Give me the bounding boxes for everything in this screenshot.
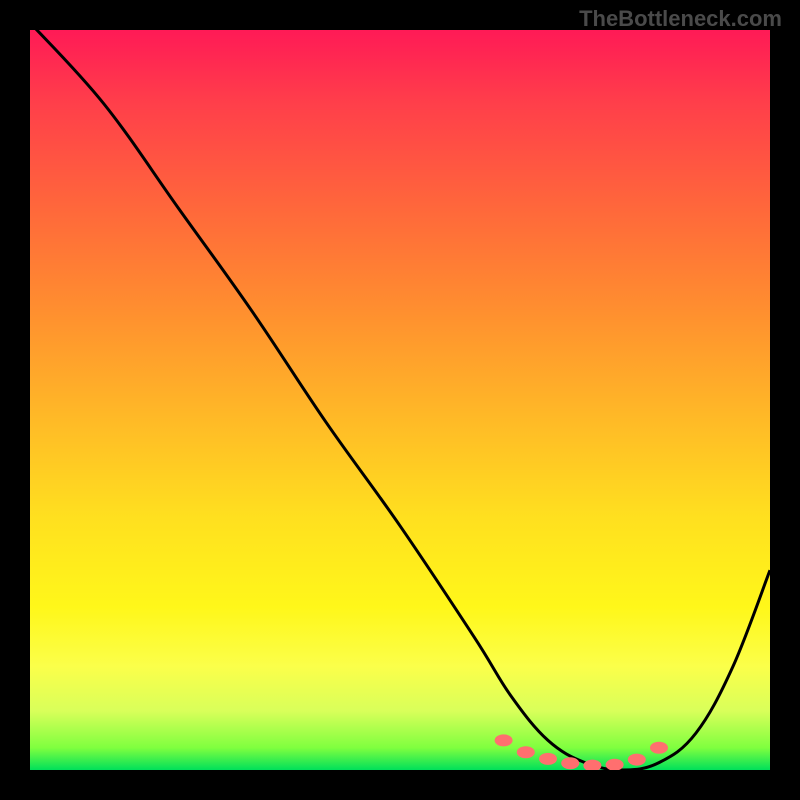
- marker-dot: [606, 759, 624, 770]
- chart-area: [30, 30, 770, 770]
- marker-dot: [495, 734, 513, 746]
- marker-dot: [628, 754, 646, 766]
- chart-markers: [495, 734, 668, 770]
- marker-dot: [650, 742, 668, 754]
- marker-dot: [583, 760, 601, 770]
- watermark-text: TheBottleneck.com: [579, 6, 782, 32]
- chart-curve: [30, 30, 770, 770]
- marker-dot: [561, 757, 579, 769]
- chart-svg: [30, 30, 770, 770]
- marker-dot: [539, 753, 557, 765]
- stage: TheBottleneck.com: [0, 0, 800, 800]
- marker-dot: [517, 746, 535, 758]
